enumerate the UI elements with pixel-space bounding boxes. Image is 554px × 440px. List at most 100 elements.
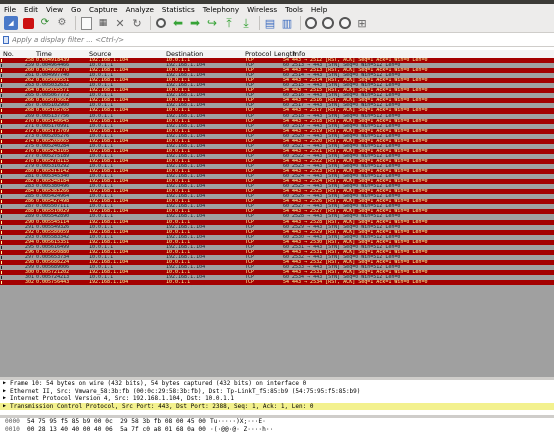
normal-size-icon[interactable] bbox=[338, 16, 352, 30]
toolbar-separator bbox=[259, 16, 260, 30]
toolbar-separator bbox=[75, 16, 76, 30]
column-header-destination[interactable]: Destination bbox=[166, 50, 203, 58]
expand-arrow-icon[interactable]: ▶ bbox=[3, 388, 6, 396]
related-packet-marker bbox=[1, 164, 2, 168]
menu-wireless[interactable]: Wireless bbox=[247, 5, 277, 14]
toolbar-separator bbox=[300, 16, 301, 30]
related-packet-marker bbox=[1, 154, 2, 158]
related-packet-marker bbox=[1, 149, 2, 153]
column-header-info[interactable]: Info bbox=[293, 50, 305, 58]
menu-file[interactable]: File bbox=[4, 5, 16, 14]
menu-view[interactable]: View bbox=[46, 5, 63, 14]
packet-details-pane[interactable]: ▶ Frame 10: 54 bytes on wire (432 bits), … bbox=[0, 380, 554, 415]
close-file-icon[interactable]: ✕ bbox=[113, 16, 127, 30]
related-packet-marker bbox=[1, 210, 2, 214]
packet-cell-len: 54 bbox=[282, 280, 289, 286]
related-packet-marker bbox=[1, 79, 2, 83]
related-packet-marker bbox=[1, 119, 2, 123]
related-packet-marker bbox=[1, 114, 2, 118]
related-packet-marker bbox=[1, 240, 2, 244]
detail-tree-item[interactable]: ▶ Ethernet II, Src: Vmware_58:3b:fb (00:0… bbox=[0, 388, 554, 396]
shark-fin-icon[interactable]: ◢ bbox=[4, 16, 18, 30]
save-file-icon[interactable]: ▦ bbox=[96, 16, 110, 30]
related-packet-marker bbox=[1, 99, 2, 103]
expand-arrow-icon[interactable]: ▶ bbox=[3, 380, 6, 388]
related-packet-marker bbox=[1, 195, 2, 199]
related-packet-marker bbox=[1, 250, 2, 254]
expand-arrow-icon[interactable]: ▶ bbox=[3, 403, 6, 411]
related-packet-marker bbox=[1, 281, 2, 285]
toolbar-separator bbox=[150, 16, 151, 30]
detail-tree-label: Transmission Control Protocol, Src Port:… bbox=[10, 402, 314, 410]
bytes-ascii: ·(·@@·@· Z····h·· bbox=[210, 426, 274, 433]
related-packet-marker bbox=[1, 69, 2, 73]
resize-columns-icon[interactable]: ⊞ bbox=[355, 16, 369, 30]
open-file-icon[interactable] bbox=[79, 16, 93, 30]
menu-edit[interactable]: Edit bbox=[24, 5, 38, 14]
packet-cell-dst: 10.0.1.1 bbox=[166, 280, 191, 286]
zoom-out-icon[interactable] bbox=[321, 16, 335, 30]
zoom-in-icon[interactable] bbox=[304, 16, 318, 30]
detail-tree-item[interactable]: ▶ Internet Protocol Version 4, Src: 192.1… bbox=[0, 395, 554, 403]
related-packet-marker bbox=[1, 265, 2, 269]
column-header-protocol[interactable]: Protocol bbox=[245, 50, 271, 58]
bytes-row[interactable]: 0000 54 75 95 f5 85 b9 00 0c 29 58 3b fb … bbox=[0, 418, 554, 426]
reload-file-icon[interactable]: ↻ bbox=[130, 16, 144, 30]
related-packet-marker bbox=[1, 170, 2, 174]
expand-arrow-icon[interactable]: ▶ bbox=[3, 395, 6, 403]
bytes-row[interactable]: 0010 00 28 13 40 40 00 40 06 5a 7f c0 a8 … bbox=[0, 426, 554, 434]
menu-statistics[interactable]: Statistics bbox=[162, 5, 195, 14]
related-packet-marker bbox=[1, 159, 2, 163]
go-last-icon[interactable]: ⤓ bbox=[239, 16, 253, 30]
detail-tree-label: Frame 10: 54 bytes on wire (432 bits), 5… bbox=[10, 380, 307, 387]
related-packet-marker bbox=[1, 139, 2, 143]
menu-go[interactable]: Go bbox=[71, 5, 81, 14]
menu-telephony[interactable]: Telephony bbox=[203, 5, 239, 14]
packet-bytes-pane[interactable]: 0000 54 75 95 f5 85 b9 00 0c 29 58 3b fb … bbox=[0, 418, 554, 440]
related-packet-marker bbox=[1, 109, 2, 113]
menu-tools[interactable]: Tools bbox=[285, 5, 303, 14]
go-back-icon[interactable]: ⬅ bbox=[171, 16, 185, 30]
related-packet-marker bbox=[1, 144, 2, 148]
detail-tree-item[interactable]: ▶ Frame 10: 54 bytes on wire (432 bits), … bbox=[0, 380, 554, 388]
menu-analyze[interactable]: Analyze bbox=[126, 5, 154, 14]
bookmark-icon[interactable] bbox=[3, 36, 9, 44]
capture-options-icon[interactable]: ⚙ bbox=[55, 16, 69, 30]
related-packet-marker bbox=[1, 134, 2, 138]
menu-help[interactable]: Help bbox=[311, 5, 327, 14]
stop-capture-icon[interactable] bbox=[21, 16, 35, 30]
restart-capture-icon[interactable]: ⟳ bbox=[38, 16, 52, 30]
find-packet-icon[interactable] bbox=[154, 16, 168, 30]
main-toolbar: ◢ ⟳ ⚙ ▦ ✕ ↻ ⬅ ➡ ↪ ⤒ ⤓ ▤ ▥ ⊞ bbox=[0, 14, 554, 33]
menu-capture[interactable]: Capture bbox=[89, 5, 118, 14]
colorize-icon[interactable]: ▥ bbox=[280, 16, 294, 30]
related-packet-marker bbox=[1, 59, 2, 62]
packet-row[interactable]: 302 0.005756443 192.168.1.104 10.0.1.1 TCP 54… bbox=[0, 280, 554, 286]
bytes-ascii: Tu·····)X;···E· bbox=[210, 418, 266, 425]
bytes-offset: 0010 bbox=[5, 426, 20, 433]
packet-cell-src: 192.168.1.104 bbox=[89, 280, 129, 286]
column-header-time[interactable]: Time bbox=[36, 50, 52, 58]
related-packet-marker bbox=[1, 74, 2, 78]
related-packet-marker bbox=[1, 180, 2, 184]
go-first-icon[interactable]: ⤒ bbox=[222, 16, 236, 30]
related-packet-marker bbox=[1, 225, 2, 229]
related-packet-marker bbox=[1, 205, 2, 209]
related-packet-marker bbox=[1, 190, 2, 194]
related-packet-marker bbox=[1, 260, 2, 264]
detail-tree-item[interactable]: ▶ Transmission Control Protocol, Src Port… bbox=[0, 402, 554, 411]
related-packet-marker bbox=[1, 276, 2, 280]
packet-cell-proto: TCP bbox=[245, 280, 255, 286]
related-packet-marker bbox=[1, 94, 2, 98]
related-packet-marker bbox=[1, 129, 2, 133]
packet-list[interactable]: 258 0.004918439 192.168.1.104 10.0.1.1 TCP 54… bbox=[0, 58, 554, 377]
autoscroll-icon[interactable]: ▤ bbox=[263, 16, 277, 30]
bytes-hex: 00 28 13 40 40 00 40 06 5a 7f c0 a8 01 6… bbox=[27, 426, 206, 433]
column-header-no[interactable]: No. bbox=[3, 50, 14, 58]
related-packet-marker bbox=[1, 220, 2, 224]
go-forward-icon[interactable]: ➡ bbox=[188, 16, 202, 30]
packet-list-header: No. Time Source Destination Protocol Len… bbox=[0, 50, 554, 58]
column-header-source[interactable]: Source bbox=[89, 50, 111, 58]
display-filter-input[interactable] bbox=[12, 36, 532, 44]
go-to-packet-icon[interactable]: ↪ bbox=[205, 16, 219, 30]
